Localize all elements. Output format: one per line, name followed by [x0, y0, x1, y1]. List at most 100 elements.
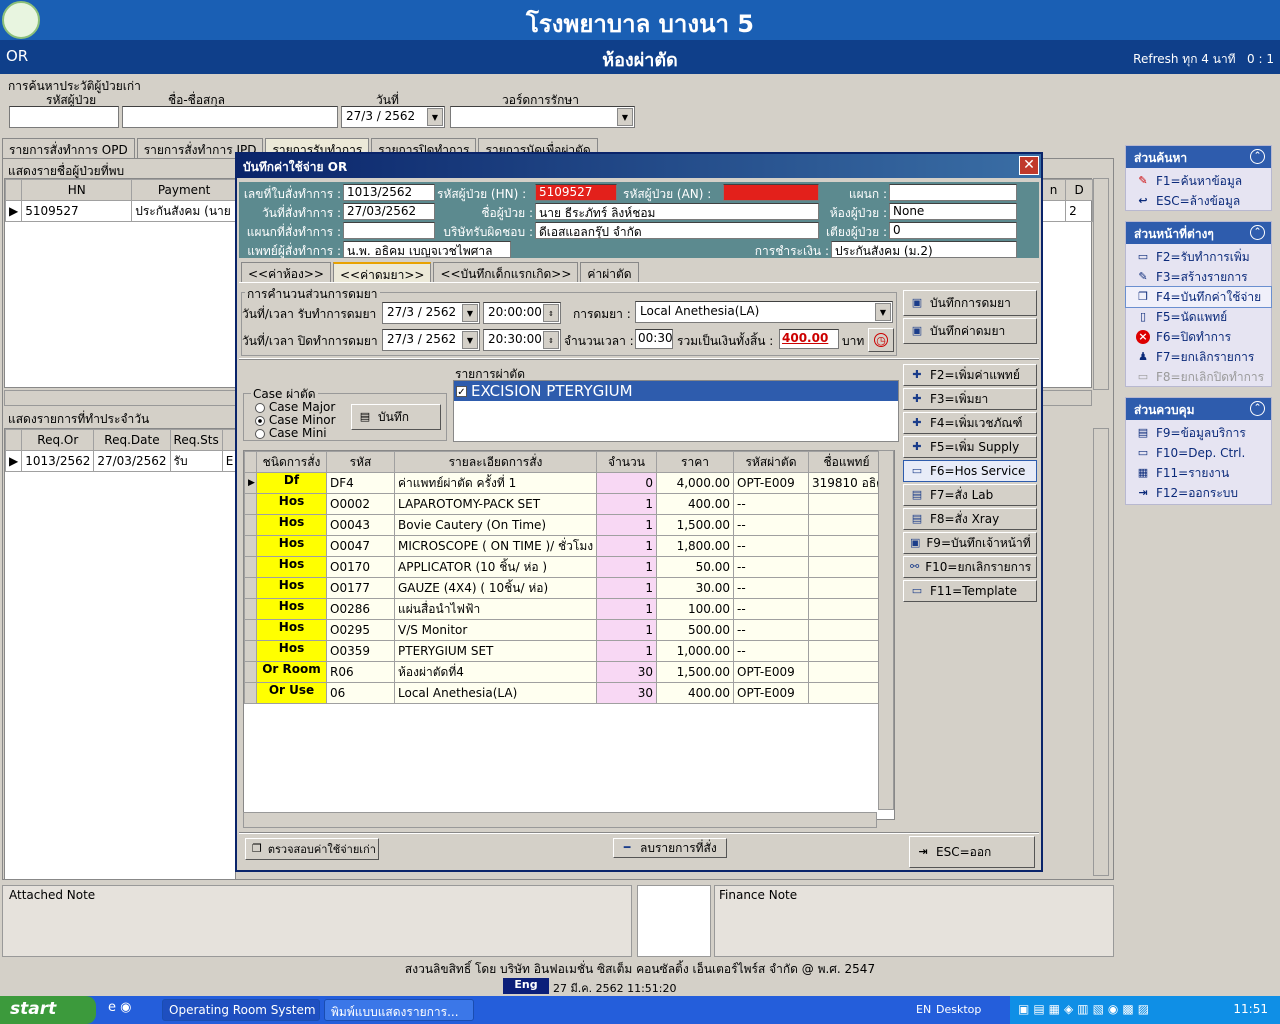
anes-end-date[interactable]: 27/3 / 2562 ▼ [382, 329, 480, 351]
table-row[interactable]: ▶ 5109527 ประกันสังคม (นาย [4, 200, 237, 222]
order-no-field[interactable]: 1013/2562 [343, 184, 435, 201]
menu-f3[interactable]: ✎ F3=สร้างรายการ [1126, 267, 1271, 287]
table-row[interactable]: Hos O0043 Bovie Cautery (On Time) 1 1,500.00… [244, 514, 885, 536]
clock-button[interactable]: ◷ [868, 328, 894, 352]
company-field[interactable]: ดีเอสแอลกรุ๊ป จำกัด [535, 222, 819, 239]
tab-room-fee[interactable]: <<ค่าห้อง>> [241, 262, 331, 282]
patient-name-field[interactable]: นาย ธีระภัทร์ ลิงห์ชอม [535, 203, 819, 220]
col-price[interactable]: ราคา [656, 451, 734, 473]
hn-field[interactable]: 5109527 [535, 184, 617, 201]
patient-list-scrollbar[interactable] [1093, 178, 1109, 390]
dept-field[interactable] [889, 184, 1017, 201]
chevron-down-icon[interactable]: ▼ [462, 304, 478, 322]
col-req-or[interactable]: Req.Or [21, 429, 95, 451]
anes-type-select[interactable]: Local Anethesia(LA) ▼ [635, 301, 893, 323]
menu-f9[interactable]: ▤ F9=ข้อมูลบริการ [1126, 423, 1271, 443]
save-anesthesia-button[interactable]: ▣ บันทึกการดมยา [903, 290, 1037, 316]
order-dept-field[interactable] [343, 222, 435, 239]
col-payment[interactable]: Payment [131, 179, 237, 201]
collapse-icon[interactable]: ⌃ [1250, 401, 1265, 416]
bed-field[interactable]: 0 [889, 222, 1017, 239]
start-button[interactable]: start [0, 996, 96, 1024]
table-row[interactable]: Hos O0047 MICROSCOPE ( ON TIME )/ ชั่วโมง 1… [244, 535, 885, 557]
tab-newborn[interactable]: <<บันทึกเด็กแรกเกิด>> [433, 262, 579, 282]
menu-f12[interactable]: ⇥ F12=ออกระบบ [1126, 483, 1271, 503]
desktop-toolbar[interactable]: Desktop [936, 1003, 981, 1016]
radio-case-major[interactable]: Case Major [255, 400, 335, 414]
col-hn[interactable]: HN [21, 179, 133, 201]
hn-search-input[interactable] [9, 106, 119, 128]
save-case-button[interactable]: ▤ บันทึก [351, 404, 441, 430]
col-req-date[interactable]: Req.Date [93, 429, 171, 451]
tray-icons[interactable]: ▣▤▦◈▥▧◉▩▨ [1018, 1002, 1153, 1016]
table-row[interactable]: Hos O0170 APPLICATOR (10 ชิ้น/ ห่อ ) 1 50.00… [244, 556, 885, 578]
radio-case-minor[interactable]: Case Minor [255, 413, 336, 427]
collapse-icon[interactable]: ⌃ [1250, 225, 1265, 240]
anes-start-time[interactable]: 20:00:00 ⇕ [483, 302, 561, 324]
an-field[interactable] [723, 184, 819, 201]
table-row[interactable]: Or Use 06 Local Anethesia(LA) 30 400.00 OPT-E… [244, 682, 885, 704]
quicklaunch-icon[interactable]: e ◉ [108, 1000, 152, 1020]
menu-f1[interactable]: ✎ F1=ค้นหาข้อมูล [1126, 171, 1271, 191]
table-row[interactable]: Hos O0002 LAPAROTOMY-PACK SET 1 400.00 -- [244, 493, 885, 515]
table-row[interactable]: ▶ Df DF4 ค่าแพทย์ผ่าตัด ครั้งที่ 1 0 4,000.00… [244, 472, 885, 494]
table-row[interactable]: Or Room R06 ห้องผ่าตัดที่4 30 1,500.00 OPT-E0… [244, 661, 885, 683]
menu-f2[interactable]: ▭ F2=รับทำการเพิ่ม [1126, 247, 1271, 267]
taskbar-app-print[interactable]: พิมพ์แบบแสดงรายการ... [324, 999, 474, 1021]
side-button-6[interactable]: ▭ F6=Hos Service [903, 460, 1037, 482]
hscrollbar-right[interactable] [1040, 390, 1092, 406]
anes-start-date[interactable]: 27/3 / 2562 ▼ [382, 302, 480, 324]
table-row[interactable]: ▶ 1013/2562 27/03/2562 รับ E [4, 450, 238, 472]
col-req-sts[interactable]: Req.Sts [169, 429, 223, 451]
exit-button[interactable]: ⇥ ESC=ออก [909, 836, 1035, 868]
radio-case-mini[interactable]: Case Mini [255, 426, 327, 440]
close-icon[interactable]: ✕ [1019, 156, 1039, 175]
room-field[interactable]: None [889, 203, 1017, 220]
menu-f7[interactable]: ♟ F7=ยกเลิกรายการ [1126, 347, 1271, 367]
table-row[interactable]: Hos O0295 V/S Monitor 1 500.00 -- [244, 619, 885, 641]
name-search-input[interactable] [122, 106, 338, 128]
table-row[interactable]: Hos O0286 แผ่นสื่อนำไฟฟ้า 1 100.00 -- [244, 598, 885, 620]
menu-f6[interactable]: × F6=ปิดทำการ [1126, 327, 1271, 347]
checkbox-icon[interactable]: ✓ [456, 385, 467, 398]
col-code[interactable]: รหัส [326, 451, 395, 473]
panel-control-header[interactable]: ส่วนควบคุม ⌃ [1126, 398, 1271, 420]
list-item[interactable]: ✓ EXCISION PTERYGIUM [454, 381, 898, 401]
col-op-code[interactable]: รหัสผ่าตัด [733, 451, 809, 473]
side-button-10[interactable]: ⚯ F10=ยกเลิกรายการ [903, 556, 1037, 578]
hscrollbar-left[interactable] [4, 390, 236, 406]
side-button-9[interactable]: ▣ F9=บันทึกเจ้าหน้าที่ [903, 532, 1037, 554]
tab-opd[interactable]: รายการสั่งทำการ OPD [2, 138, 135, 158]
panel-functions-header[interactable]: ส่วนหน้าที่ต่างๆ ⌃ [1126, 222, 1271, 244]
spinner-icon[interactable]: ⇕ [543, 331, 559, 349]
anes-end-time[interactable]: 20:30:00 ⇕ [483, 329, 561, 351]
col-qty[interactable]: จำนวน [596, 451, 657, 473]
finance-note-box[interactable]: Finance Note [714, 885, 1114, 957]
chevron-down-icon[interactable]: ▼ [427, 108, 443, 126]
payment-field[interactable]: ประกันสังคม (ม.2) [831, 241, 1017, 258]
check-old-expense-button[interactable]: ❐ ตรวจสอบค่าใช้จ่ายเก่า [245, 838, 379, 860]
attached-note-box[interactable]: Attached Note [2, 885, 632, 957]
menu-f5[interactable]: ▯ F5=นัดแพทย์ [1126, 307, 1271, 327]
side-button-5[interactable]: ✚ F5=เพิ่ม Supply [903, 436, 1037, 458]
tab-surgery-fee[interactable]: ค่าผ่าตัด [580, 262, 639, 282]
save-anesthesia-cost-button[interactable]: ▣ บันทึกค่าดมยา [903, 318, 1037, 344]
collapse-icon[interactable]: ⌃ [1250, 149, 1265, 164]
doctor-field[interactable]: น.พ. อธิคม เบญจเวชไพศาล [343, 241, 511, 258]
spinner-icon[interactable]: ⇕ [543, 304, 559, 322]
menu-f10[interactable]: ▭ F10=Dep. Ctrl. [1126, 443, 1271, 463]
side-button-2[interactable]: ✚ F2=เพิ่มค่าแพทย์ [903, 364, 1037, 386]
panel-search-header[interactable]: ส่วนค้นหา ⌃ [1126, 146, 1271, 168]
tab-anesthesia-fee[interactable]: <<ค่าดมยา>> [332, 262, 432, 282]
today-list-scrollbar[interactable] [1093, 428, 1109, 876]
menu-esc[interactable]: ↩ ESC=ล้างข้อมูล [1126, 191, 1271, 211]
orders-hscrollbar[interactable] [243, 812, 877, 828]
menu-f11[interactable]: ▦ F11=รายงาน [1126, 463, 1271, 483]
taskbar-app-or[interactable]: Operating Room System [162, 999, 320, 1021]
side-button-3[interactable]: ✚ F3=เพิ่มยา [903, 388, 1037, 410]
col-order-type[interactable]: ชนิดการสั่ง [256, 451, 327, 473]
side-button-8[interactable]: ▤ F8=สั่ง Xray [903, 508, 1037, 530]
col-description[interactable]: รายละเอียดการสั่ง [394, 451, 597, 473]
table-row[interactable]: Hos O0359 PTERYGIUM SET 1 1,000.00 -- [244, 640, 885, 662]
side-button-7[interactable]: ▤ F7=สั่ง Lab [903, 484, 1037, 506]
